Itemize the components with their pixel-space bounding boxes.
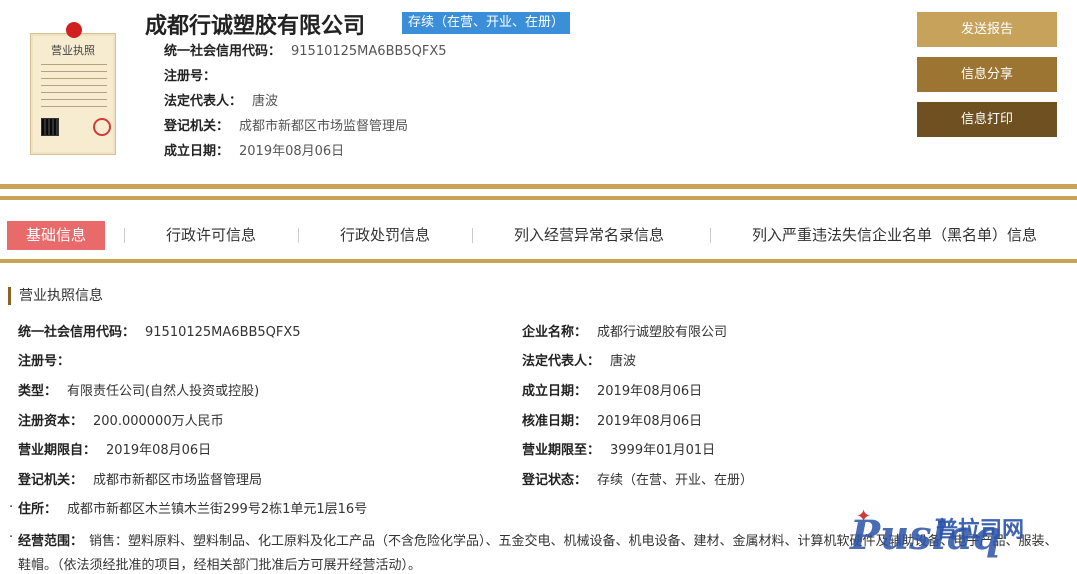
tab-blacklist[interactable]: 列入严重违法失信企业名单（黑名单）信息 (752, 221, 1037, 250)
field-authority: 登记机关： 成都市新都区市场监督管理局 (18, 473, 263, 488)
field-credit-code: 统一社会信用代码： 91510125MA6BB5QFX5 (18, 325, 301, 340)
tab-basic-info[interactable]: 基础信息 (7, 221, 105, 250)
field-address: 住所： 成都市新都区木兰镇木兰街299号2栋1单元1层16号 (18, 502, 368, 517)
national-emblem-icon (66, 22, 82, 38)
tab-abnormal-operation[interactable]: 列入经营异常名录信息 (514, 221, 664, 250)
header-info: 统一社会信用代码： 91510125MA6BB5QFX5 注册号： 法定代表人：唐… (164, 42, 447, 167)
qr-code-icon (41, 118, 59, 136)
field-company-name: 企业名称： 成都行诚塑胶有限公司 (522, 325, 728, 340)
bullet-icon: · (9, 500, 14, 515)
header-row-credit-code: 统一社会信用代码： 91510125MA6BB5QFX5 (164, 44, 447, 59)
status-badge: 存续（在营、开业、在册） (402, 12, 571, 34)
star-icon: ✦ (856, 506, 872, 527)
tabs-top-divider (0, 196, 1077, 200)
field-approval-date: 核准日期： 2019年08月06日 (522, 414, 703, 429)
field-business-scope: 经营范围： 销售：塑料原料、塑料制品、化工原料及化工产品（不含危险化学品）、五金交… (18, 534, 1058, 573)
field-reg-status: 登记状态： 存续（在营、开业、在册） (522, 473, 754, 488)
field-reg-capital: 注册资本： 200.000000万人民币 (18, 414, 224, 429)
field-term-from: 营业期限自： 2019年08月06日 (18, 443, 212, 458)
header-divider (0, 184, 1077, 189)
bullet-icon: · (9, 530, 14, 545)
section-title: 营业执照信息 (8, 287, 103, 305)
header-row-reg-no: 注册号： (164, 69, 217, 84)
field-type: 类型： 有限责任公司(自然人投资或控股) (18, 384, 260, 399)
header-row-authority: 登记机关： 成都市新都区市场监督管理局 (164, 119, 409, 134)
field-reg-no: 注册号： (18, 354, 71, 369)
license-thumb-title: 营业执照 (51, 44, 95, 57)
field-term-to: 营业期限至： 3999年01月01日 (522, 443, 716, 458)
header-row-legal-rep: 法定代表人： 唐波 (164, 94, 279, 109)
tab-admin-license[interactable]: 行政许可信息 (166, 221, 256, 250)
header-row-established: 成立日期： 2019年08月06日 (164, 144, 345, 159)
tab-admin-penalty[interactable]: 行政处罚信息 (340, 221, 430, 250)
field-established: 成立日期： 2019年08月06日 (522, 384, 703, 399)
business-license-thumbnail[interactable]: 营业执照 (30, 22, 116, 155)
tabs-bottom-divider (0, 259, 1077, 263)
share-info-button[interactable]: 信息分享 (917, 57, 1057, 92)
field-legal-rep: 法定代表人： 唐波 (522, 354, 637, 369)
official-seal-icon (93, 118, 111, 136)
print-info-button[interactable]: 信息打印 (917, 102, 1057, 137)
send-report-button[interactable]: 发送报告 (917, 12, 1057, 47)
company-name-title: 成都行诚塑胶有限公司 (145, 14, 366, 39)
